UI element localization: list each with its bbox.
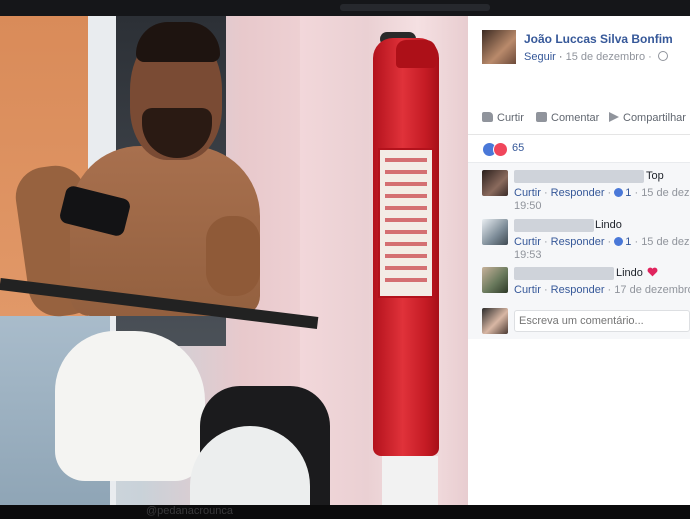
blurred-header-bar [340,4,490,11]
comment-time: 19:53 [514,249,542,261]
post-side-panel: João Luccas Silva Bonfim Seguir · 15 de … [468,16,690,505]
browser-top-strip [0,0,690,16]
share-button[interactable]: Compartilhar [609,112,686,124]
share-label: Compartilhar [623,112,686,124]
comment-like-count[interactable]: 1 [625,236,631,248]
follow-link[interactable]: Seguir [524,51,556,63]
hair [136,22,220,62]
author-avatar[interactable] [482,30,516,64]
comment-like-icon [614,237,624,246]
extinguisher-stand [382,456,438,505]
comment-like-link[interactable]: Curtir [514,284,541,296]
comment-meta: Curtir · Responder · 1 · 15 de deze [514,236,690,248]
current-user-avatar [482,308,508,334]
comment-date[interactable]: 15 de deze [641,187,690,199]
comment-item: Lindo Curtir · Responder · 1 · 15 de dez… [482,219,690,261]
post-meta: Seguir · 15 de dezembro · [524,51,668,63]
comment-text: Lindo [616,267,643,279]
comment-reply-link[interactable]: Responder [551,236,605,248]
like-label: Curtir [497,112,524,124]
comment-like-link[interactable]: Curtir [514,236,541,248]
comment-time: 19:50 [514,200,542,212]
commenter-name-redacted[interactable] [514,219,594,232]
heart-icon [647,267,658,277]
comment-meta: Curtir · Responder · 17 de dezembro à [514,284,690,296]
comment-bubble-icon [536,112,547,122]
meta-separator-2: · [648,51,652,63]
comment-reply-link[interactable]: Responder [551,187,605,199]
comment-text: Lindo [595,219,622,231]
comment-date[interactable]: 15 de deze [641,236,690,248]
comment-item: Lindo Curtir · Responder · 17 de dezembr… [482,267,690,297]
watermark: @pedanacrounca [146,505,234,517]
globe-icon [657,51,668,61]
commenter-avatar[interactable] [482,219,508,245]
extinguisher-label [378,148,434,298]
comment-reply-link[interactable]: Responder [551,284,605,296]
comment-label: Comentar [551,112,600,124]
reaction-count[interactable]: 65 [512,142,524,154]
post-date[interactable]: 15 de dezembro [566,51,646,63]
commenter-avatar[interactable] [482,170,508,196]
post-photo[interactable] [0,16,468,505]
comment-input[interactable] [514,310,690,332]
right-hand [206,216,260,296]
comment-like-count[interactable]: 1 [625,187,631,199]
motorcycle-tank [55,331,205,481]
comment-button[interactable]: Comentar [536,112,599,124]
author-name[interactable]: João Luccas Silva Bonfim [524,32,673,46]
comment-like-link[interactable]: Curtir [514,187,541,199]
extinguisher-cap [396,40,436,68]
comment-date[interactable]: 17 de dezembro à [614,284,690,296]
post-actions: Curtir Comentar Compartilhar [468,104,690,135]
like-button[interactable]: Curtir [482,112,524,124]
thumbs-up-icon [482,112,493,122]
commenter-name-redacted[interactable] [514,267,614,280]
share-arrow-icon [609,112,619,122]
commenter-avatar[interactable] [482,267,508,293]
comment-text-wrap: Lindo [616,267,658,279]
comment-text: Top [646,170,664,182]
love-reaction-icon [493,142,508,157]
meta-separator: · [558,51,563,63]
commenter-name-redacted[interactable] [514,170,644,183]
comment-meta: Curtir · Responder · 1 · 15 de deze [514,187,690,199]
bottom-strip [0,505,468,519]
comment-item: Top Curtir · Responder · 1 · 15 de deze … [482,170,690,212]
comment-like-icon [614,188,624,197]
